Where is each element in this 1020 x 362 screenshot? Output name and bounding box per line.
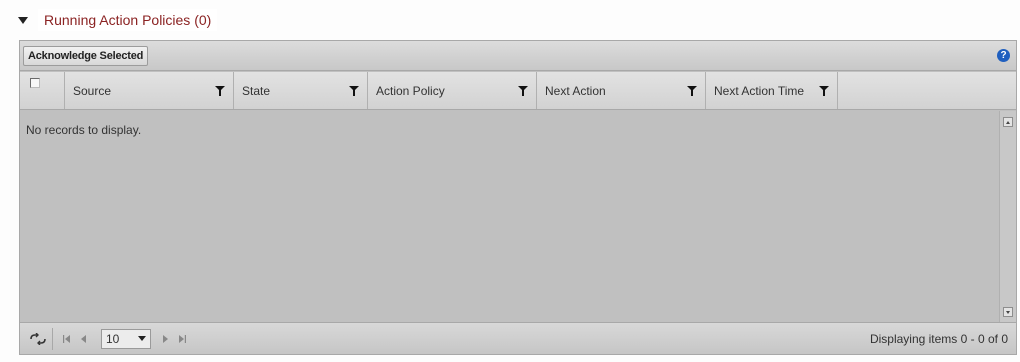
refresh-icon[interactable] (30, 332, 46, 345)
last-page-icon[interactable] (178, 334, 186, 343)
column-header-next-action-time[interactable]: Next Action Time (706, 72, 838, 109)
pager-divider (52, 327, 53, 350)
filter-icon[interactable] (687, 86, 697, 96)
column-label-next-action-time: Next Action Time (714, 83, 805, 98)
column-header-source[interactable]: Source (65, 72, 234, 109)
collapse-arrow-icon[interactable] (18, 16, 28, 24)
acknowledge-selected-button[interactable]: Acknowledge Selected (23, 46, 149, 66)
section-header[interactable]: Running Action Policies (0) (14, 6, 218, 34)
filter-icon[interactable] (215, 86, 225, 96)
filter-icon[interactable] (819, 86, 829, 96)
filter-icon[interactable] (349, 86, 359, 96)
first-page-icon[interactable] (63, 334, 71, 343)
column-label-next-action: Next Action (545, 83, 606, 98)
page-size-value: 10 (106, 331, 120, 346)
scroll-down-icon[interactable] (1003, 307, 1013, 317)
policies-grid: Acknowledge Selected ? Source State Acti… (19, 40, 1017, 355)
scroll-up-icon[interactable] (1003, 117, 1013, 127)
vertical-scrollbar[interactable] (999, 111, 1016, 323)
select-all-header (20, 72, 65, 109)
column-header-action-policy[interactable]: Action Policy (368, 72, 537, 109)
previous-page-icon[interactable] (80, 334, 88, 343)
select-all-checkbox[interactable] (30, 78, 40, 88)
grid-body: No records to display. (20, 111, 1000, 323)
section-title[interactable]: Running Action Policies (0) (38, 9, 218, 31)
column-header-filler (838, 72, 1016, 109)
column-header-state[interactable]: State (234, 72, 368, 109)
column-label-state: State (242, 83, 271, 98)
grid-pager: 10 Displaying items 0 - 0 of 0 (20, 322, 1016, 354)
pager-info: Displaying items 0 - 0 of 0 (869, 331, 1008, 346)
grid-toolbar: Acknowledge Selected ? (20, 41, 1016, 71)
help-icon[interactable]: ? (997, 49, 1010, 62)
filter-icon[interactable] (518, 86, 528, 96)
column-header-next-action[interactable]: Next Action (537, 72, 706, 109)
grid-header-row: Source State Action Policy Next Action N… (20, 72, 1016, 110)
column-label-action-policy: Action Policy (376, 83, 445, 98)
empty-records-message: No records to display. (26, 123, 142, 137)
next-page-icon[interactable] (161, 334, 169, 343)
running-action-policies-panel: Running Action Policies (0) Acknowledge … (0, 0, 1020, 362)
column-label-source: Source (73, 83, 112, 98)
page-size-select[interactable]: 10 (101, 328, 151, 349)
chevron-down-icon[interactable] (138, 336, 146, 341)
